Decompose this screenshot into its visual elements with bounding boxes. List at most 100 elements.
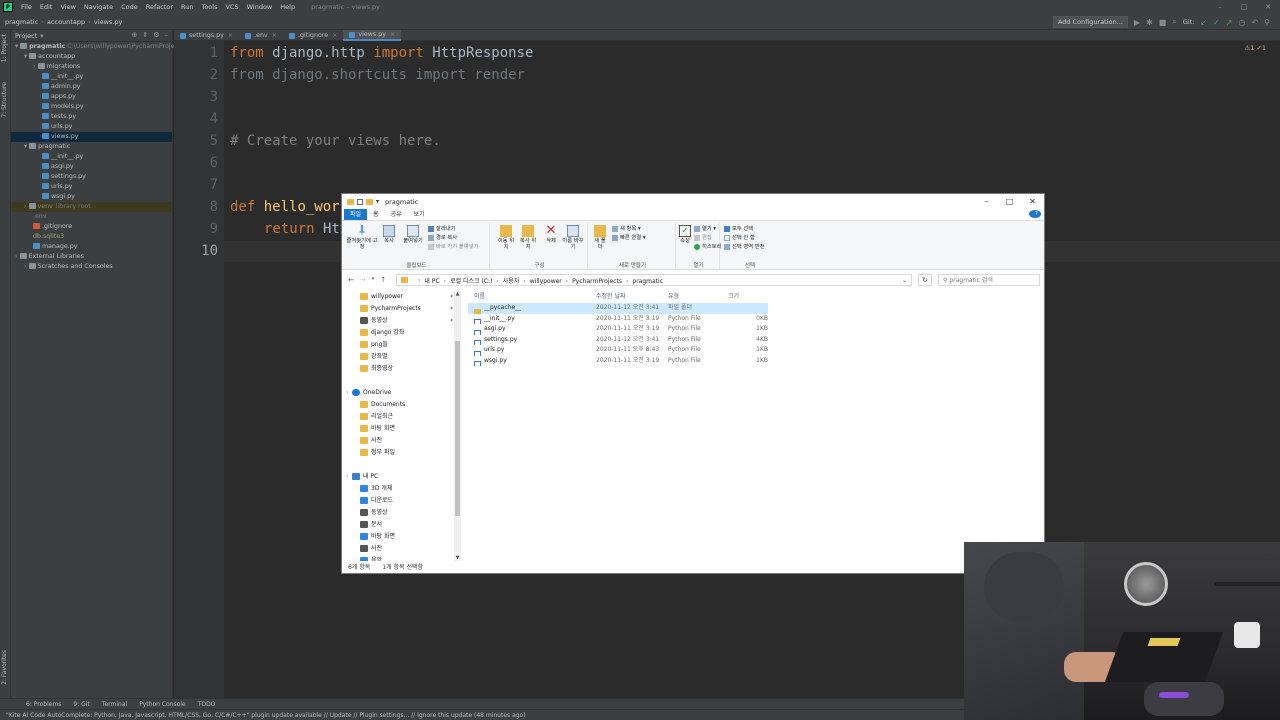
copy-button[interactable]: 복사	[380, 225, 398, 244]
menu-item-view[interactable]: View	[56, 0, 79, 14]
tree-item[interactable]: db.sqlite3	[11, 232, 172, 242]
nav-item[interactable]: 사진	[344, 435, 460, 447]
tree-item[interactable]: admin.py	[11, 82, 172, 92]
tree-item[interactable]: asgi.py	[11, 162, 172, 172]
locate-icon[interactable]: ⊕	[131, 31, 137, 39]
recent-locations-icon[interactable]: ▾	[372, 276, 375, 284]
ribbon-tab-home[interactable]: 홈	[367, 209, 385, 220]
close-icon[interactable]: ×	[272, 32, 277, 39]
tree-item[interactable]: ▾ pragmatic	[11, 142, 172, 152]
nav-item[interactable]: 강좌별	[344, 351, 460, 363]
new-folder-button[interactable]: 새 폴더	[592, 225, 608, 250]
path-segment[interactable]: 사용자	[503, 278, 520, 285]
column-type[interactable]: 유형	[668, 291, 728, 303]
gear-icon[interactable]: ⚙	[153, 31, 159, 39]
file-row[interactable]: __init__.py 2020-11-11 오전 3:19 Python File…	[468, 314, 1042, 324]
git-update-icon[interactable]: ↙	[1200, 18, 1207, 27]
path-segment[interactable]: 로컬 디스크 (C:)	[450, 278, 492, 285]
copy-to-button[interactable]: 복사 위치	[518, 225, 538, 250]
paste-shortcut-button[interactable]: 바로 가기 붙여넣기	[428, 243, 478, 252]
add-configuration-button[interactable]: Add Configuration...	[1052, 16, 1128, 28]
chevron-right-icon[interactable]: ›	[24, 263, 29, 270]
menu-item-code[interactable]: Code	[117, 0, 142, 14]
column-name[interactable]: 이름	[468, 291, 596, 303]
select-all-button[interactable]: 모두 선택	[724, 225, 753, 234]
chevron-right-icon[interactable]: ›	[346, 471, 348, 483]
minimize-icon[interactable]: –	[975, 194, 998, 209]
tree-item[interactable]: › migrations	[11, 62, 172, 72]
nav-item[interactable]: › 내 PC	[344, 471, 460, 483]
select-none-button[interactable]: 선택 안 함	[724, 234, 755, 243]
nav-item[interactable]: png들	[344, 339, 460, 351]
debug-icon[interactable]: ✱	[1146, 18, 1153, 27]
ribbon-tab-file[interactable]: 파일	[344, 209, 368, 220]
tree-item[interactable]: views.py	[11, 132, 172, 142]
scroll-up-icon[interactable]: ▲	[454, 291, 461, 297]
hide-icon[interactable]: –	[165, 31, 169, 39]
breadcrumb-file[interactable]: views.py	[94, 18, 122, 26]
breadcrumb-project[interactable]: pragmatic	[5, 18, 38, 26]
menu-item-refactor[interactable]: Refactor	[142, 0, 177, 14]
tab-views-py[interactable]: views.py ×	[343, 30, 402, 41]
tree-item[interactable]: __init__.py	[11, 152, 172, 162]
nav-item[interactable]: › OneDrive	[344, 387, 460, 399]
nav-item[interactable]: 문서	[344, 519, 460, 531]
menu-item-window[interactable]: Window	[243, 0, 277, 14]
tool-window-todo[interactable]: TODO	[198, 701, 216, 708]
nav-item[interactable]: 첨부 파일	[344, 447, 460, 459]
tree-item[interactable]: __init__.py	[11, 72, 172, 82]
chevron-right-icon[interactable]: ›	[346, 387, 348, 399]
move-to-button[interactable]: 이동 위치	[496, 225, 516, 250]
chevron-right-icon[interactable]: ›	[626, 278, 628, 285]
tree-item[interactable]: urls.py	[11, 122, 172, 132]
minimize-icon[interactable]: –	[1208, 0, 1232, 14]
path-segment[interactable]: willypower	[530, 278, 562, 285]
column-date[interactable]: 수정한 날짜	[596, 291, 668, 303]
nav-item[interactable]: django 강좌	[344, 327, 460, 339]
git-history-icon[interactable]: ◷	[1238, 18, 1245, 27]
rename-button[interactable]: 이름 바꾸기	[562, 225, 584, 250]
menu-item-file[interactable]: File	[17, 0, 36, 14]
stop-icon[interactable]: ■	[1159, 18, 1167, 27]
file-row[interactable]: settings.py 2020-11-12 오전 3:41 Python File…	[468, 335, 1042, 345]
tab-settings-py[interactable]: settings.py ×	[174, 30, 239, 41]
chevron-down-icon[interactable]: ›	[24, 203, 29, 210]
history-button[interactable]: 히스토리	[694, 243, 722, 252]
collapse-all-icon[interactable]: ⇕	[142, 31, 148, 39]
tree-item[interactable]: › Scratches and Consoles	[11, 262, 172, 272]
project-tool-tab[interactable]: 1: Project	[1, 34, 8, 62]
forward-icon[interactable]: →	[360, 276, 366, 284]
git-push-icon[interactable]: ↗	[1226, 18, 1233, 27]
menu-item-run[interactable]: Run	[177, 0, 197, 14]
file-row[interactable]: asgi.py 2020-11-11 오전 3:19 Python File 1KB	[468, 324, 1042, 335]
file-row[interactable]: __pycache__ 2020-11-12 오전 3:41 파일 폴더	[468, 303, 768, 314]
pin-quick-access-button[interactable]: 즐겨찾기에 고정	[346, 225, 378, 250]
tool-window-python-console[interactable]: Python Console	[139, 701, 186, 708]
inspection-widget[interactable]: ⚠1 ✓1	[1244, 44, 1266, 52]
chevron-down-icon[interactable]: ▾	[40, 32, 43, 40]
maximize-icon[interactable]: □	[1232, 0, 1256, 14]
new-folder-icon[interactable]	[366, 198, 373, 205]
copy-path-button[interactable]: 경로 복사	[428, 234, 457, 243]
path-segment[interactable]: PycharmProjects	[572, 278, 622, 285]
close-icon[interactable]: ✕	[1021, 194, 1044, 209]
nav-item[interactable]: 바탕 화면	[344, 531, 460, 543]
nav-item[interactable]: 리얼최근	[344, 411, 460, 423]
nav-item[interactable]: 동영상 ✦	[344, 315, 460, 327]
new-item-button[interactable]: 새 항목 ▾	[612, 225, 641, 234]
project-view-selector[interactable]: Project	[15, 32, 37, 40]
path-segment[interactable]: 내 PC	[424, 278, 439, 285]
help-icon[interactable]: ?	[1029, 210, 1041, 218]
properties-button[interactable]: ✓ 속성	[678, 225, 692, 244]
nav-item[interactable]: 사진	[344, 543, 460, 555]
nav-item[interactable]: 최종영상	[344, 363, 460, 375]
refresh-icon[interactable]: ↻	[918, 274, 932, 286]
tree-item[interactable]: urls.py	[11, 182, 172, 192]
maximize-icon[interactable]: □	[998, 194, 1021, 209]
tree-item[interactable]: apps.py	[11, 92, 172, 102]
tree-item[interactable]: › External Libraries	[11, 252, 172, 262]
back-icon[interactable]: ←	[348, 276, 354, 284]
nav-item[interactable]: Documents	[344, 399, 460, 411]
tab--gitignore[interactable]: .gitignore ×	[283, 30, 343, 41]
menu-item-tools[interactable]: Tools	[197, 0, 221, 14]
